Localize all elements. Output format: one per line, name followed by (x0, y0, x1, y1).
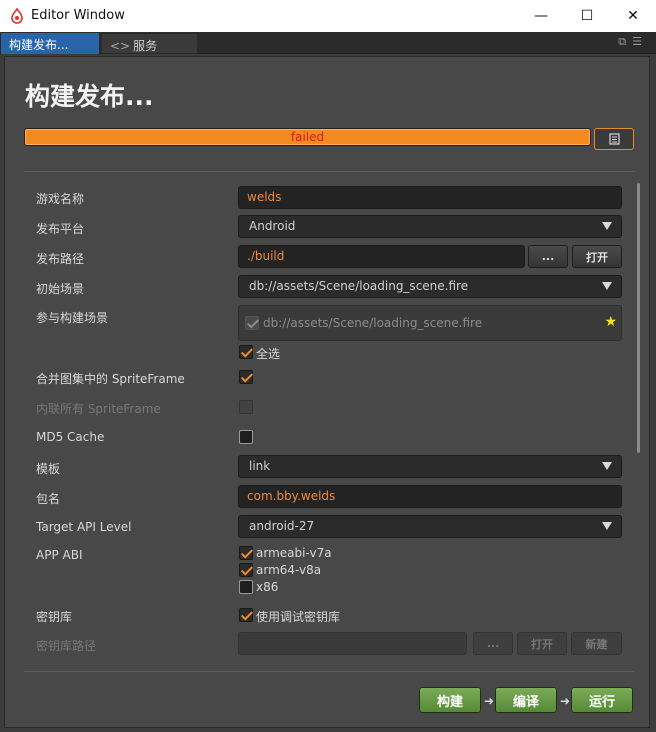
maximize-icon: ☐ (580, 8, 594, 24)
progress-status: failed (290, 130, 325, 144)
template-label: 模板 (36, 462, 61, 476)
keystore-path-label: 密钥库路径 (36, 639, 97, 653)
merge-spriteframe-checkbox[interactable] (239, 370, 253, 384)
platform-value: Android (249, 219, 296, 233)
target-api-label: Target API Level (36, 520, 132, 534)
select-all-checkbox[interactable] (239, 345, 253, 359)
menu-icon[interactable]: ☰ (632, 35, 648, 48)
tab-bar: 构建发布... <> 服务 ⧉☰ (0, 32, 656, 54)
build-path-open-button[interactable]: 打开 (572, 245, 622, 268)
abi-arm64-v8a-checkbox[interactable] (239, 563, 253, 577)
platform-label: 发布平台 (36, 222, 85, 236)
close-button[interactable]: ✕ (610, 0, 656, 32)
keystore-browse-button: ... (473, 632, 513, 655)
use-debug-keystore-label: 使用调试密钥库 (256, 610, 341, 624)
md5-cache-checkbox[interactable] (239, 430, 253, 444)
open-log-button[interactable] (594, 128, 634, 150)
dropdown-caret-icon (602, 282, 612, 290)
divider (24, 171, 634, 172)
target-api-select[interactable]: android-27 (238, 515, 622, 538)
keystore-new-button: 新建 (571, 632, 622, 655)
arrow-right-icon: ➜ (484, 694, 495, 708)
app-abi-label: APP ABI (36, 548, 83, 562)
inline-spriteframe-label: 内联所有 SpriteFrame (36, 402, 161, 416)
abi-arm64-v8a-label: arm64-v8a (256, 563, 322, 577)
close-icon: ✕ (627, 8, 639, 24)
build-path-input[interactable]: ./build (238, 245, 525, 268)
scrollbar[interactable] (637, 183, 640, 453)
maximize-button[interactable]: ☐ (564, 0, 610, 32)
divider (24, 671, 634, 672)
use-debug-keystore-checkbox[interactable] (239, 608, 253, 622)
tab-services-label: 服务 (133, 39, 158, 53)
scene-checkbox[interactable] (245, 316, 259, 330)
compile-button[interactable]: 编译 (495, 687, 557, 713)
build-path-browse-button[interactable]: ... (528, 245, 568, 268)
start-scene-select[interactable]: db://assets/Scene/loading_scene.fire (238, 275, 622, 298)
merge-spriteframe-label: 合并图集中的 SpriteFrame (36, 372, 185, 386)
package-name-input[interactable]: com.bby.welds (238, 485, 622, 508)
build-panel: 构建发布... failed 游戏名称 welds 发布平台 Android 发… (4, 56, 650, 728)
dropdown-caret-icon (602, 522, 612, 530)
scene-item-label: db://assets/Scene/loading_scene.fire (263, 316, 483, 330)
services-icon: <> (110, 39, 131, 53)
abi-x86-label: x86 (256, 580, 279, 594)
minimize-icon: — (534, 8, 548, 24)
select-all-label: 全选 (256, 347, 281, 361)
included-scenes-list: db://assets/Scene/loading_scene.fire ★ (238, 305, 622, 341)
app-logo-icon (11, 8, 23, 24)
start-scene-value: db://assets/Scene/loading_scene.fire (249, 279, 469, 293)
package-name-label: 包名 (36, 492, 61, 506)
abi-x86-checkbox[interactable] (239, 580, 253, 594)
page-title: 构建发布... (25, 82, 154, 111)
log-file-icon (608, 133, 620, 145)
platform-select[interactable]: Android (238, 215, 622, 238)
tab-tools: ⧉☰ (618, 35, 648, 49)
build-progress-bar: failed (24, 128, 591, 146)
included-scenes-label: 参与构建场景 (36, 311, 109, 325)
start-scene-label: 初始场景 (36, 282, 85, 296)
game-name-label: 游戏名称 (36, 192, 85, 206)
target-api-value: android-27 (249, 519, 315, 533)
md5-cache-label: MD5 Cache (36, 430, 105, 444)
dropdown-caret-icon (602, 462, 612, 470)
abi-armeabi-v7a-checkbox[interactable] (239, 546, 253, 560)
abi-armeabi-v7a-label: armeabi-v7a (256, 546, 332, 560)
minimize-button[interactable]: — (518, 0, 564, 32)
tab-services[interactable]: <> 服务 (101, 33, 198, 54)
keystore-open-button: 打开 (517, 632, 567, 655)
game-name-input[interactable]: welds (238, 186, 622, 209)
title-bar: Editor Window — ☐ ✕ (0, 0, 656, 32)
arrow-right-icon: ➜ (560, 694, 571, 708)
inline-spriteframe-checkbox (239, 400, 253, 414)
window-title: Editor Window (31, 8, 125, 23)
tab-build[interactable]: 构建发布... (1, 33, 99, 54)
star-icon: ★ (604, 314, 617, 330)
template-value: link (249, 459, 271, 473)
dropdown-caret-icon (602, 222, 612, 230)
build-path-label: 发布路径 (36, 252, 85, 266)
popout-icon[interactable]: ⧉ (618, 35, 632, 48)
keystore-label: 密钥库 (36, 610, 73, 624)
template-select[interactable]: link (238, 455, 622, 478)
run-button[interactable]: 运行 (571, 687, 633, 713)
build-button[interactable]: 构建 (419, 687, 481, 713)
tab-build-label: 构建发布... (9, 38, 69, 52)
keystore-path-input (238, 632, 467, 655)
